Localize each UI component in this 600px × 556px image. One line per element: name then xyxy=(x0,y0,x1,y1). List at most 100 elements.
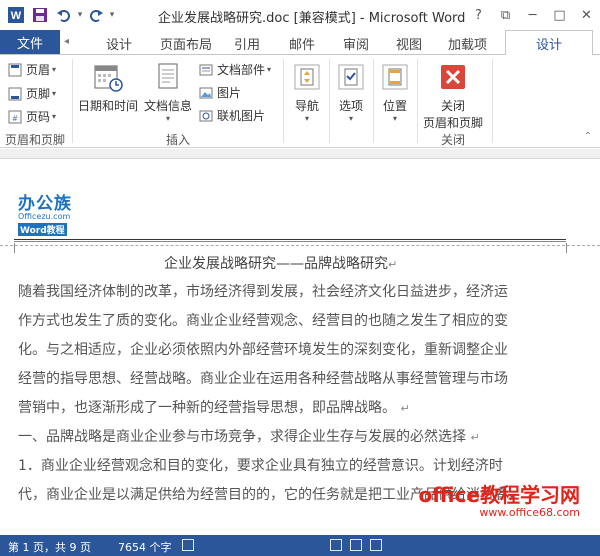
tab-design-left[interactable]: 设计 xyxy=(106,34,132,53)
close-x-icon xyxy=(441,65,465,89)
tab-page-layout[interactable]: 页面布局 xyxy=(160,34,212,53)
page-number-icon: # xyxy=(8,110,22,123)
doc-info-label: 文档信息 xyxy=(143,99,192,113)
online-picture-icon xyxy=(199,110,213,121)
logo-sub: Word教程 xyxy=(18,223,67,236)
quick-parts-label: 文档部件 xyxy=(217,63,266,77)
navigation-icon xyxy=(294,64,320,90)
svg-text:W: W xyxy=(11,10,22,22)
pictures-button[interactable]: 图片 xyxy=(199,84,241,101)
svg-text:#: # xyxy=(13,114,18,123)
navigation-label: 导航 xyxy=(294,99,319,113)
group-close-label: 关闭 xyxy=(441,133,466,147)
page-gap xyxy=(0,149,600,159)
header-label: 页眉 xyxy=(26,63,51,77)
ribbon: 页眉 ▾ 页脚 ▾ # 页码 ▾ 页眉和页脚 日期和时间 文档信息 ▾ 文档部件 ▾ 图… xyxy=(0,54,600,148)
group-header-footer-label: 页眉和页脚 xyxy=(5,133,66,147)
position-label: 位置 xyxy=(382,99,407,113)
watermark-title: office教程学习网 xyxy=(418,483,580,507)
title-bar: W ▾ ▾ 企业发展战略研究.doc [兼容模式] - Microsoft Wo… xyxy=(0,0,600,30)
help-button[interactable]: ? xyxy=(465,0,492,30)
undo-dropdown-icon[interactable]: ▾ xyxy=(76,10,84,20)
save-icon[interactable] xyxy=(28,3,52,27)
pictures-label: 图片 xyxy=(217,86,242,100)
footer-button[interactable]: 页脚 ▾ xyxy=(8,85,56,102)
paragraph-line[interactable]: 经营的指导思想、经营战略。商业企业在运用各种经营战略从事经营管理与市场 xyxy=(18,365,578,394)
close-button[interactable]: ✕ xyxy=(573,0,600,30)
group-separator xyxy=(373,59,374,143)
ribbon-display-button[interactable]: ⧉ xyxy=(492,0,519,30)
tab-scroll-left-icon[interactable]: ◂ xyxy=(64,36,69,47)
header-rule xyxy=(14,239,566,240)
tab-file[interactable]: 文件 xyxy=(0,30,60,54)
undo-icon[interactable] xyxy=(52,3,76,27)
logo-url: Officezu.com xyxy=(18,212,71,221)
options-button[interactable]: 选项 ▾ xyxy=(334,61,368,123)
maximize-button[interactable]: □ xyxy=(546,0,573,30)
group-separator xyxy=(492,59,493,143)
position-dropdown-icon: ▾ xyxy=(392,114,397,123)
minimize-button[interactable]: ─ xyxy=(519,0,546,30)
header-logo: 办公族 Officezu.com Word教程 xyxy=(18,189,88,236)
document-title[interactable]: 企业发展战略研究——品牌战略研究↵ xyxy=(164,253,397,273)
page-count[interactable]: 第 1 页，共 9 页 xyxy=(8,539,91,555)
collapse-ribbon-icon[interactable]: ⌃ xyxy=(584,131,592,142)
group-separator xyxy=(329,59,330,143)
read-mode-icon[interactable] xyxy=(330,539,342,551)
paragraph-line[interactable]: 作方式也发生了质的变化。商业企业经营观念、经营目的也随之发生了相应的变 xyxy=(18,307,578,336)
picture-icon xyxy=(199,87,213,98)
header-button[interactable]: 页眉 ▾ xyxy=(8,61,56,78)
group-separator xyxy=(72,59,73,143)
ribbon-tabs: 文件 ◂ 设计 页面布局 引用 邮件 审阅 视图 加载项 设计 xyxy=(0,30,600,55)
redo-icon[interactable] xyxy=(84,3,108,27)
tab-mailings[interactable]: 邮件 xyxy=(289,34,315,53)
customize-qa-icon[interactable]: ▾ xyxy=(108,10,116,20)
tab-review[interactable]: 审阅 xyxy=(343,34,369,53)
group-insert-label: 插入 xyxy=(166,133,191,147)
footer-icon xyxy=(8,87,22,100)
tab-references[interactable]: 引用 xyxy=(234,34,260,53)
calendar-icon xyxy=(94,65,123,92)
footer-label: 页脚 xyxy=(26,87,51,101)
quick-access-toolbar: W ▾ ▾ xyxy=(0,3,116,27)
word-count[interactable]: 7654 个字 xyxy=(118,539,172,555)
header-boundary xyxy=(0,245,600,246)
quick-parts-button[interactable]: 文档部件 ▾ xyxy=(199,61,271,78)
navigation-dropdown-icon: ▾ xyxy=(304,114,309,123)
group-separator xyxy=(283,59,284,143)
close-label-line1: 关闭 xyxy=(440,99,465,113)
paragraph-line[interactable]: 化。与之相适应，企业必须依照内外部经营环境发生的深刻变化，重新调整企业 xyxy=(18,336,578,365)
site-watermark: office教程学习网 www.office68.com xyxy=(419,479,580,519)
position-icon xyxy=(382,64,408,90)
tab-addins[interactable]: 加载项 xyxy=(448,34,487,53)
tab-design[interactable]: 设计 xyxy=(505,30,593,55)
web-layout-icon[interactable] xyxy=(370,539,382,551)
paragraph-line[interactable]: 1．商业企业经营观念和目的变化，要求企业具有独立的经营意识。计划经济时 xyxy=(18,452,578,481)
options-icon xyxy=(338,64,364,90)
page-number-label: 页码 xyxy=(26,110,51,124)
online-pictures-button[interactable]: 联机图片 xyxy=(199,107,265,124)
header-icon xyxy=(8,63,22,76)
doc-info-button[interactable]: 文档信息 ▾ xyxy=(142,61,194,123)
close-label-line2: 页眉和页脚 xyxy=(422,116,483,130)
window-title: 企业发展战略研究.doc [兼容模式] - Microsoft Word xyxy=(158,11,466,26)
paragraph-line[interactable]: 一、品牌战略是商业企业参与市场竞争，求得企业生存与发展的必然选择 ↵ xyxy=(18,423,578,452)
logo-main: 办公族 xyxy=(18,194,72,214)
date-time-button[interactable]: 日期和时间 xyxy=(78,61,138,114)
document-area[interactable]: 办公族 Officezu.com Word教程 企业发展战略研究——品牌战略研究… xyxy=(0,149,600,535)
status-bar: 第 1 页，共 9 页 7654 个字 xyxy=(0,535,600,556)
quick-parts-icon xyxy=(199,64,213,75)
options-label: 选项 xyxy=(338,99,363,113)
group-separator xyxy=(417,59,418,143)
position-button[interactable]: 位置 ▾ xyxy=(378,61,412,123)
close-header-footer-button[interactable]: 关闭 页眉和页脚 xyxy=(420,61,486,131)
page-number-button[interactable]: # 页码 ▾ xyxy=(8,108,56,125)
proofing-icon[interactable] xyxy=(182,539,194,551)
paragraph-line[interactable]: 随着我国经济体制的改革，市场经济得到发展，社会经济文化日益进步，经济运 xyxy=(18,278,578,307)
word-logo-icon[interactable]: W xyxy=(4,3,28,27)
print-layout-icon[interactable] xyxy=(350,539,362,551)
navigation-button[interactable]: 导航 ▾ xyxy=(290,61,324,123)
tab-view[interactable]: 视图 xyxy=(396,34,422,53)
paragraph-line[interactable]: 营销中，也逐渐形成了一种新的经营指导思想，即品牌战略。 ↵ xyxy=(18,394,578,423)
online-pictures-label: 联机图片 xyxy=(217,109,266,123)
